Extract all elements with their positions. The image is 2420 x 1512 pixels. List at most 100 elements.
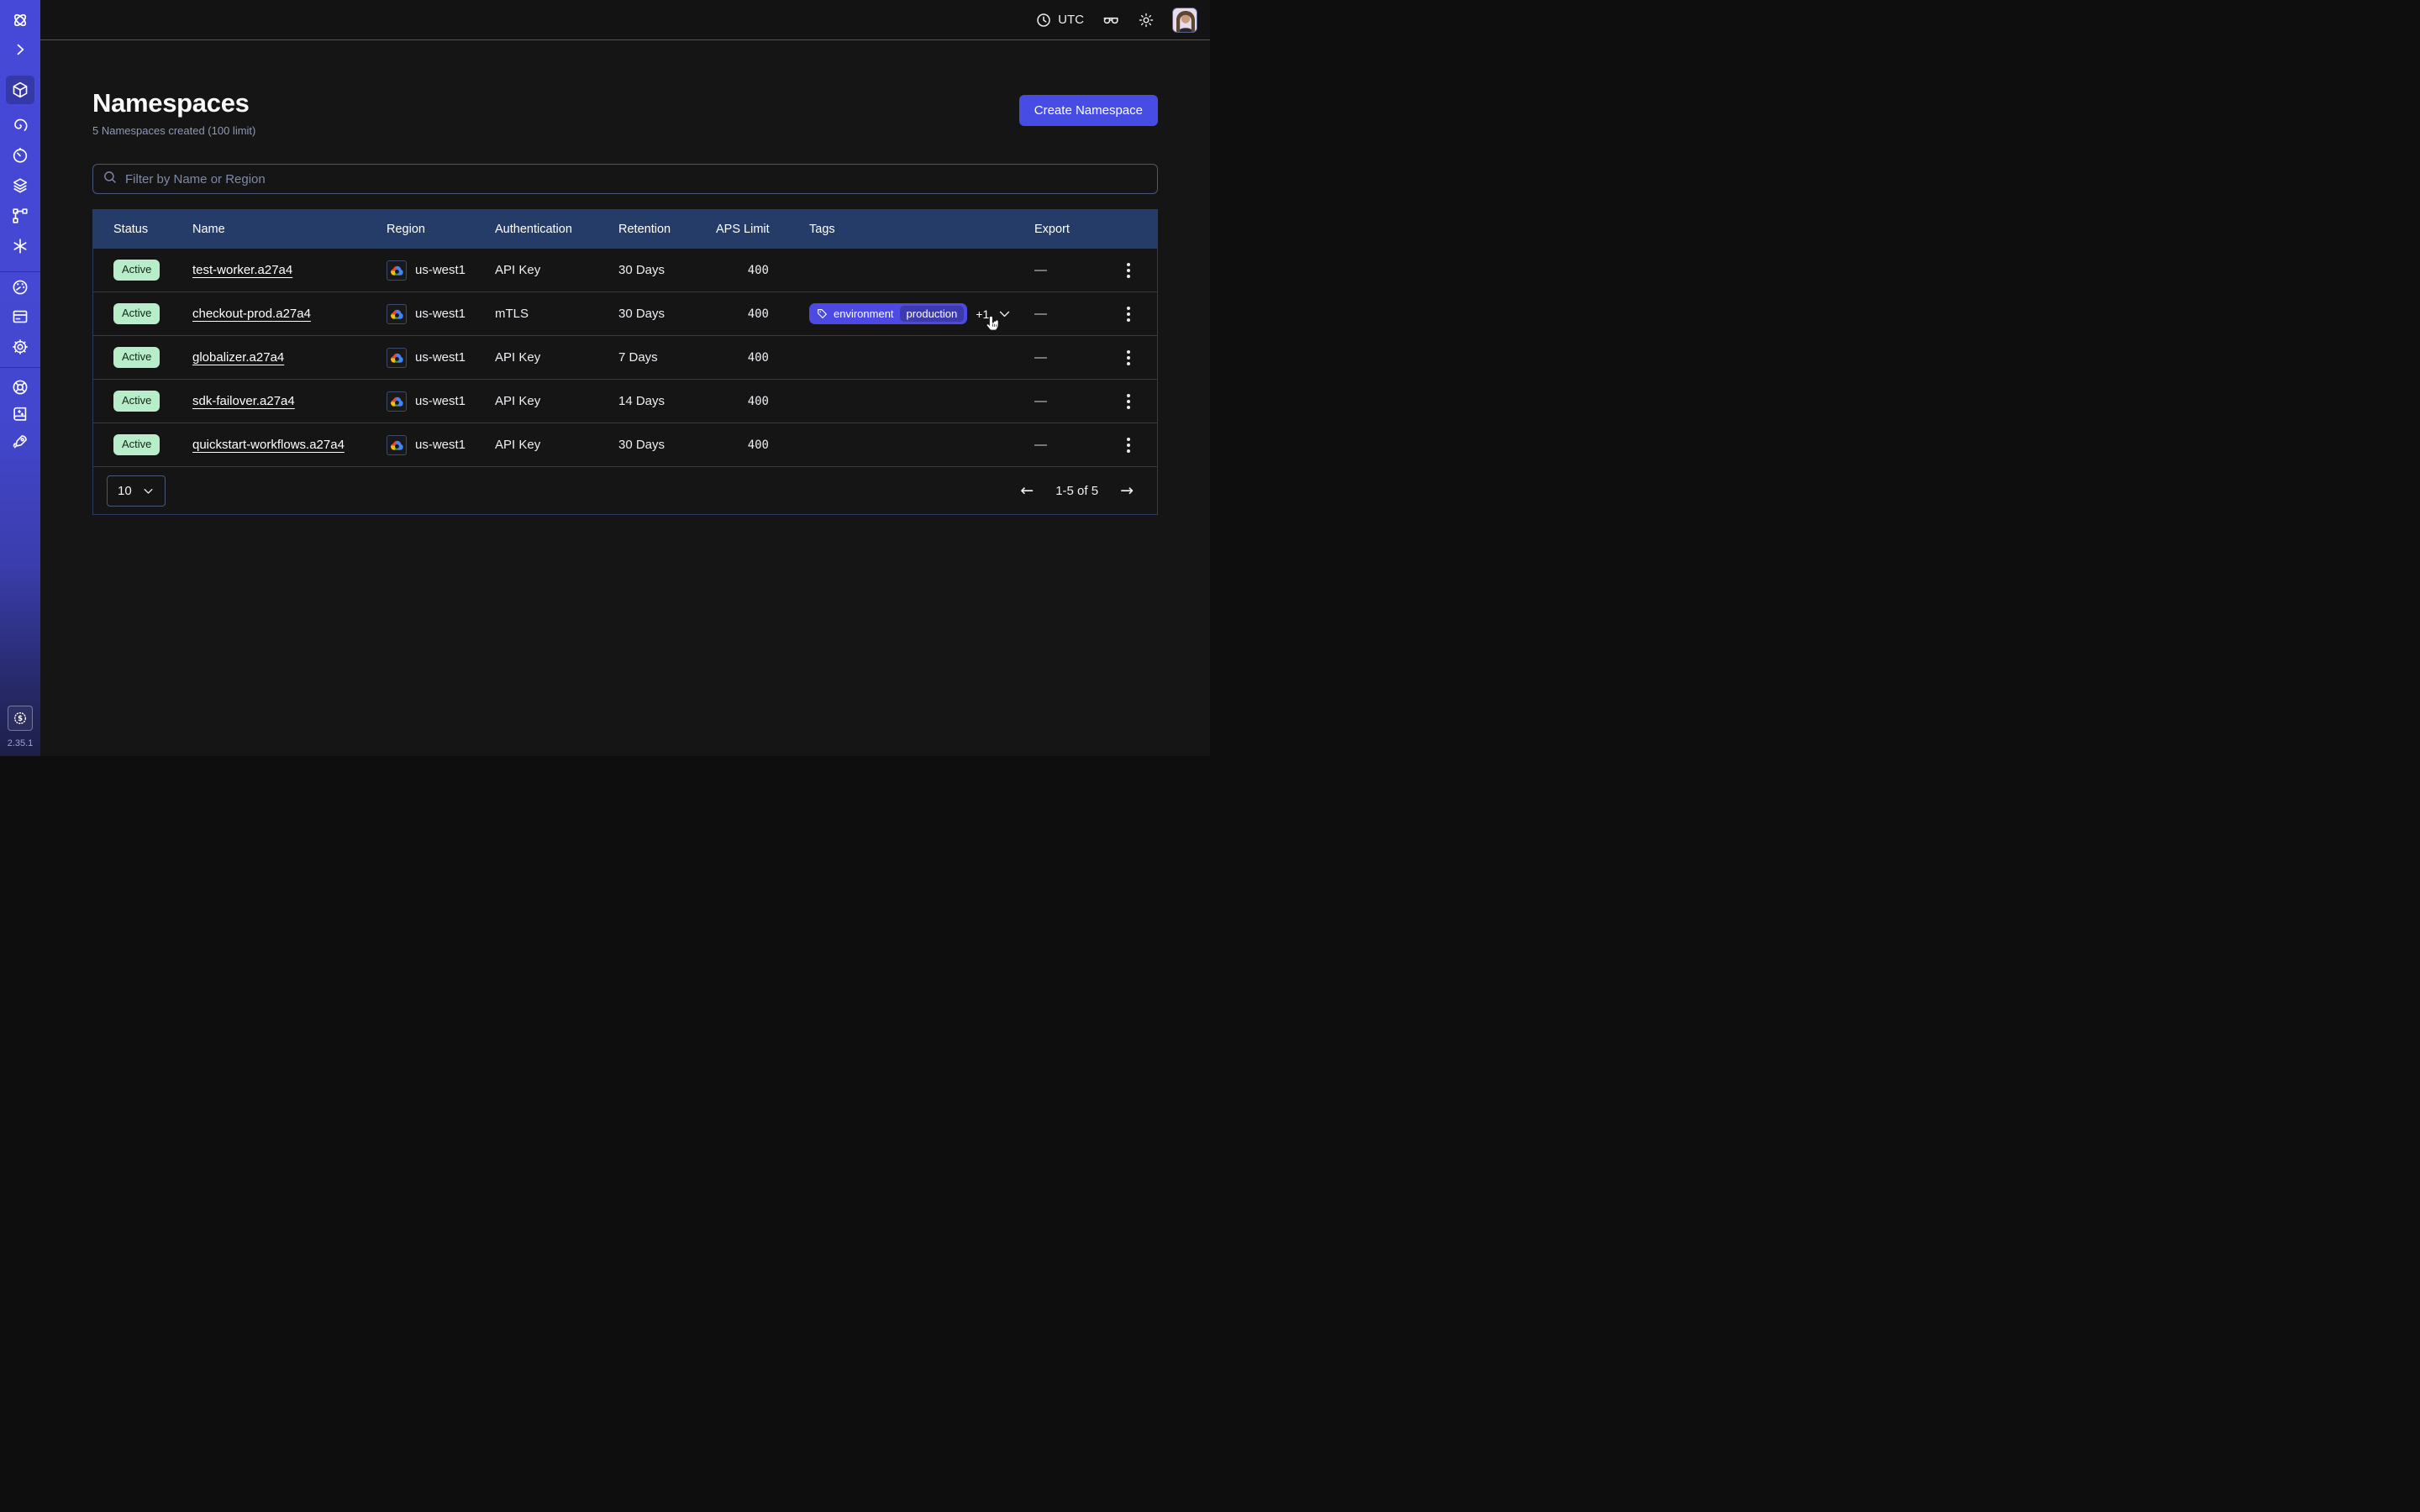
aps-cell: 400 (716, 438, 809, 452)
sidebar-item-batch-operations[interactable] (11, 207, 29, 225)
retention-cell: 30 Days (618, 263, 716, 277)
region-label: us-west1 (415, 263, 466, 277)
row-menu-button[interactable] (1123, 391, 1134, 412)
export-value: — (1034, 263, 1047, 277)
region-label: us-west1 (415, 438, 466, 452)
col-name: Name (192, 223, 387, 236)
auth-cell: API Key (495, 350, 618, 365)
status-badge: Active (113, 434, 160, 455)
auth-cell: mTLS (495, 307, 618, 321)
status-badge: Active (113, 347, 160, 368)
search-icon (103, 170, 118, 189)
sidebar-divider (0, 271, 40, 272)
aps-cell: 400 (716, 307, 809, 321)
export-value: — (1034, 307, 1047, 321)
region-label: us-west1 (415, 350, 466, 365)
sidebar-item-support[interactable] (11, 378, 29, 396)
table-row: Active quickstart-workflows.a27a4 us-wes… (93, 423, 1157, 466)
chevron-down-icon (142, 485, 155, 497)
data-density-glasses-icon[interactable] (1102, 11, 1120, 29)
gcp-region-icon (387, 348, 407, 368)
status-badge: Active (113, 391, 160, 412)
col-retention: Retention (618, 223, 716, 236)
sidebar-item-workflows[interactable] (11, 116, 29, 134)
pricing-badge-button[interactable]: $ (8, 706, 33, 731)
gcp-region-icon (387, 391, 407, 412)
app-window: $ 2.35.1 UTC (0, 0, 1210, 756)
col-authentication: Authentication (495, 223, 618, 236)
theme-sun-icon[interactable] (1138, 12, 1155, 29)
sidebar-item-docs[interactable] (11, 405, 29, 423)
temporal-logo-icon[interactable] (11, 11, 29, 29)
retention-cell: 7 Days (618, 350, 716, 365)
prev-page-button[interactable]: ← (1020, 483, 1034, 499)
sidebar-item-namespaces[interactable] (6, 76, 34, 104)
table-row: Active globalizer.a27a4 us-west1 (93, 335, 1157, 379)
page-size-select[interactable]: 10 (107, 475, 166, 507)
aps-cell: 400 (716, 395, 809, 408)
col-region: Region (387, 223, 495, 236)
namespace-link[interactable]: quickstart-workflows.a27a4 (192, 438, 345, 452)
export-value: — (1034, 350, 1047, 365)
namespace-link[interactable]: globalizer.a27a4 (192, 350, 284, 365)
tag-icon (817, 308, 828, 319)
filter-input[interactable] (125, 172, 1148, 186)
table-row: Active checkout-prod.a27a4 us-west1 (93, 291, 1157, 335)
row-menu-button[interactable] (1123, 434, 1134, 456)
user-avatar[interactable] (1172, 8, 1197, 33)
row-menu-button[interactable] (1123, 347, 1134, 369)
sidebar-item-usage[interactable] (11, 278, 29, 297)
timezone-button[interactable]: UTC (1035, 12, 1084, 29)
tags-cell: environment production +1 (809, 303, 1034, 324)
tag-key: environment (834, 307, 894, 320)
retention-cell: 14 Days (618, 394, 716, 408)
export-value: — (1034, 394, 1047, 408)
aps-cell: 400 (716, 264, 809, 277)
row-menu-button[interactable] (1123, 303, 1134, 325)
region-label: us-west1 (415, 394, 466, 408)
namespace-link[interactable]: test-worker.a27a4 (192, 263, 292, 277)
status-badge: Active (113, 303, 160, 324)
create-namespace-button[interactable]: Create Namespace (1019, 95, 1158, 126)
next-page-button[interactable]: → (1120, 483, 1134, 499)
page-subtitle: 5 Namespaces created (100 limit) (92, 124, 255, 137)
tag-value: production (900, 306, 965, 322)
sidebar-item-settings[interactable] (11, 338, 29, 356)
auth-cell: API Key (495, 394, 618, 408)
gcp-region-icon (387, 260, 407, 281)
sidebar-item-nexus[interactable] (11, 237, 29, 255)
clock-icon (1035, 12, 1052, 29)
sidebar-divider (0, 367, 40, 368)
sidebar-item-billing[interactable] (11, 307, 29, 326)
auth-cell: API Key (495, 263, 618, 277)
table-footer: 10 ← 1-5 of 5 → (93, 466, 1157, 514)
retention-cell: 30 Days (618, 438, 716, 452)
col-aps-limit: APS Limit (716, 223, 809, 236)
table-row: Active sdk-failover.a27a4 us-west1 (93, 379, 1157, 423)
filter-search-box (92, 164, 1158, 194)
auth-cell: API Key (495, 438, 618, 452)
tag-chip[interactable]: environment production (809, 303, 967, 324)
row-menu-button[interactable] (1123, 260, 1134, 281)
sidebar-item-getting-started[interactable] (11, 433, 29, 451)
sidebar: $ 2.35.1 (0, 0, 40, 756)
sidebar-footer: $ 2.35.1 (8, 706, 34, 756)
status-badge: Active (113, 260, 160, 281)
retention-cell: 30 Days (618, 307, 716, 321)
app-version: 2.35.1 (8, 738, 34, 748)
col-tags: Tags (809, 223, 1034, 236)
namespace-link[interactable]: sdk-failover.a27a4 (192, 394, 295, 408)
col-status: Status (113, 223, 192, 236)
timezone-label: UTC (1058, 13, 1084, 27)
sidebar-item-schedules[interactable] (11, 146, 29, 165)
tag-expand-chevron-icon[interactable] (997, 307, 1012, 321)
namespace-link[interactable]: checkout-prod.a27a4 (192, 307, 311, 321)
sidebar-expand-icon[interactable] (11, 40, 29, 59)
namespaces-table: Status Name Region Authentication Retent… (92, 209, 1158, 515)
cube-icon (11, 81, 29, 99)
aps-cell: 400 (716, 351, 809, 365)
tag-more-count: +1 (976, 307, 989, 321)
region-label: us-west1 (415, 307, 466, 321)
sidebar-item-deployments[interactable] (11, 176, 29, 195)
page-title: Namespaces (92, 88, 255, 118)
